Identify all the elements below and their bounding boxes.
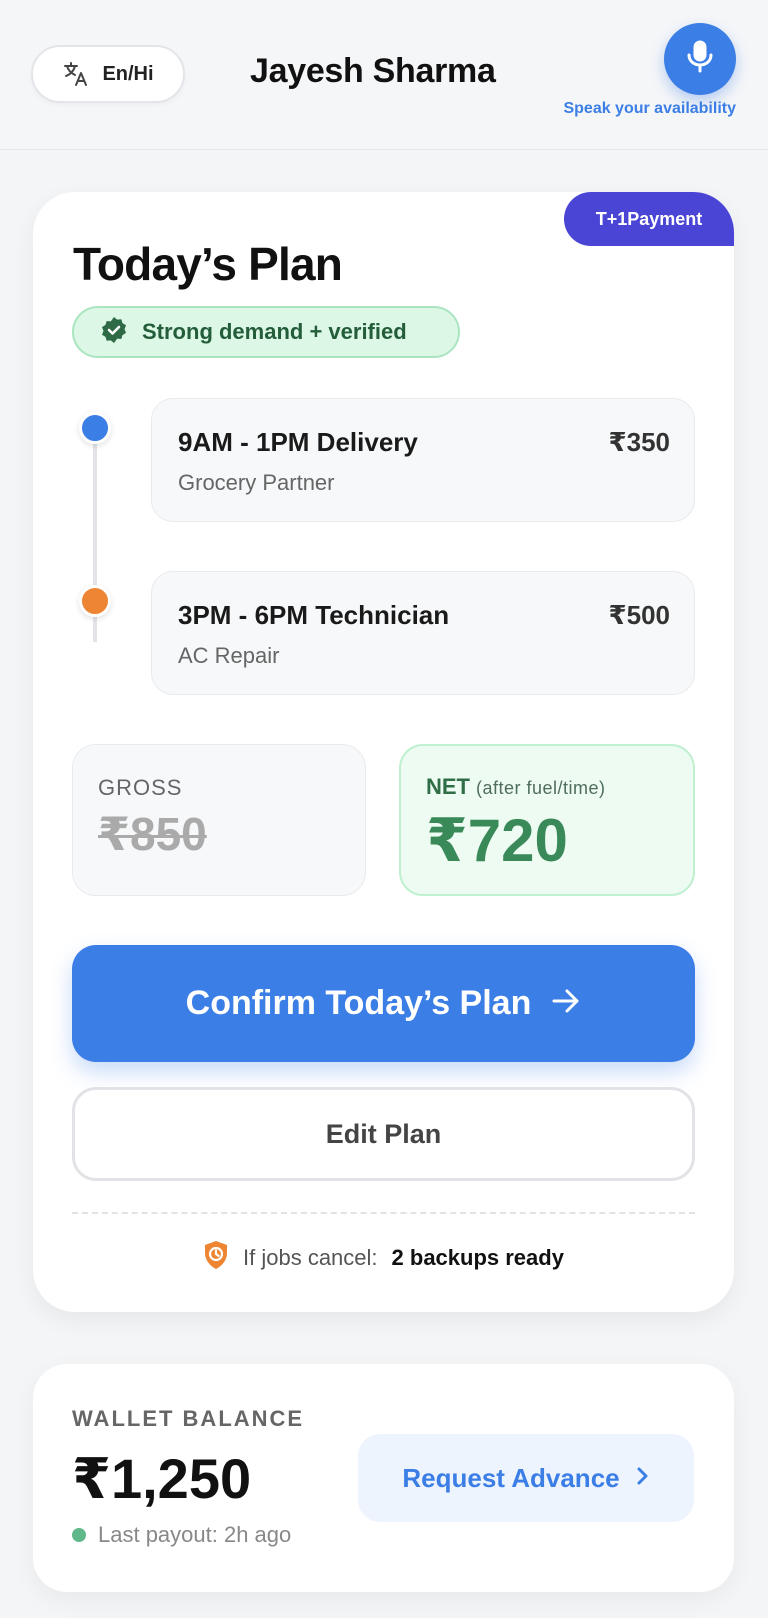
voice-caption[interactable]: Speak your availability [563,100,736,118]
job-title: 9AM - 1PM Delivery [178,427,418,457]
wallet-label: WALLET BALANCE [72,1406,305,1431]
gross-label: GROSS [98,775,183,800]
plan-title: Today’s Plan [73,238,343,290]
demand-status-badge: Strong demand + verified [72,306,460,358]
last-payout-row: Last payout: 2h ago [72,1522,291,1548]
job-card[interactable]: 3PM - 6PM Technician AC Repair ₹500 [151,571,695,695]
chevron-right-icon [636,1466,650,1491]
confirm-plan-label: Confirm Today’s Plan [185,984,532,1022]
microphone-icon [685,40,715,79]
edit-plan-label: Edit Plan [325,1118,442,1149]
request-advance-button[interactable]: Request Advance [358,1434,694,1522]
job-card[interactable]: 9AM - 1PM Delivery Grocery Partner ₹350 [151,398,695,522]
wallet-card: WALLET BALANCE ₹1,250 Last payout: 2h ag… [33,1364,734,1592]
net-label: NET [426,774,470,799]
voice-input-button[interactable] [664,23,736,95]
backup-info-row: If jobs cancel: 2 backups ready [33,1240,734,1275]
net-note: (after fuel/time) [476,778,606,798]
job-subtitle: Grocery Partner [178,470,335,495]
net-label-row: NET (after fuel/time) [426,774,606,800]
arrow-right-icon [551,988,581,1019]
todays-plan-card: T+1Payment Today’s Plan Strong demand + … [33,192,734,1312]
payment-terms-badge: T+1Payment [564,192,734,246]
gross-value: ₹850 [98,808,207,860]
verified-badge-icon [100,316,128,349]
job-price: ₹500 [608,600,670,630]
language-toggle-button[interactable]: En/Hi [31,45,185,103]
wallet-amount: ₹1,250 [72,1447,252,1510]
translate-icon [62,60,90,88]
language-toggle-label: En/Hi [102,62,154,85]
timeline-dot-job-1 [79,412,111,444]
gross-earnings-box: GROSS ₹850 [72,744,366,896]
edit-plan-button[interactable]: Edit Plan [72,1087,695,1181]
user-name: Jayesh Sharma [250,52,496,90]
timeline-dot-job-2 [79,585,111,617]
divider [72,1212,695,1214]
backup-count: 2 backups ready [391,1244,564,1270]
job-title: 3PM - 6PM Technician [178,600,450,630]
confirm-plan-button[interactable]: Confirm Today’s Plan [72,945,695,1062]
app-header: En/Hi Jayesh Sharma Speak your availabil… [0,0,768,150]
request-advance-label: Request Advance [402,1462,620,1493]
last-payout-text: Last payout: 2h ago [98,1522,292,1547]
job-price: ₹350 [608,427,670,457]
net-value: ₹720 [426,807,568,874]
status-dot [72,1528,86,1542]
backup-prefix: If jobs cancel: [243,1244,378,1270]
shield-clock-icon [203,1240,229,1275]
job-subtitle: AC Repair [178,643,280,668]
demand-badge-label: Strong demand + verified [142,319,407,344]
net-earnings-box: NET (after fuel/time) ₹720 [399,744,695,896]
